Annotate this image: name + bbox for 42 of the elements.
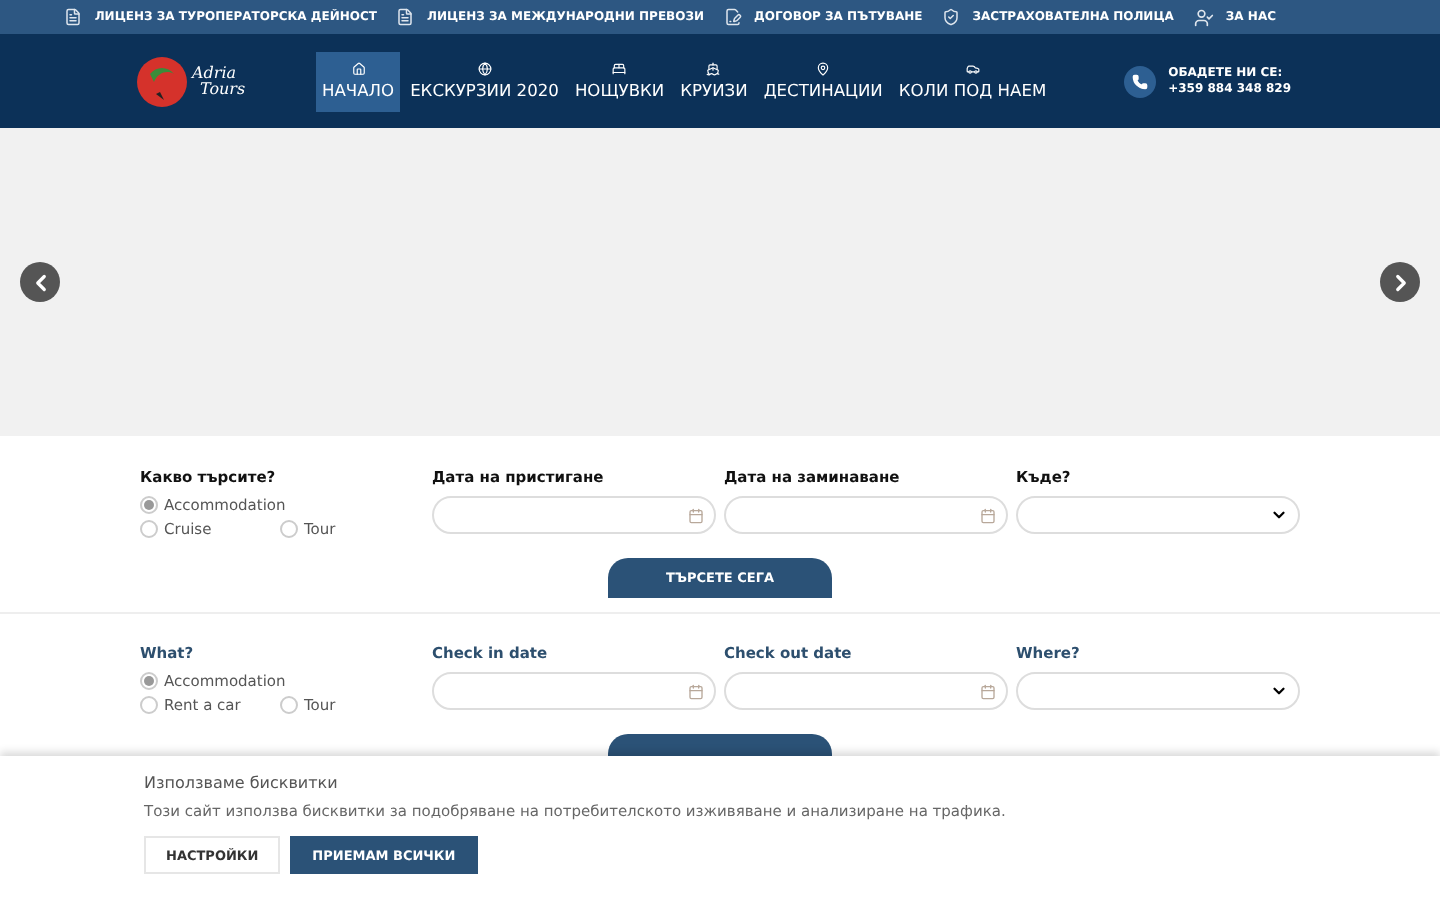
bed-icon — [612, 62, 627, 76]
date-field[interactable] — [432, 672, 716, 710]
user-icon — [1193, 7, 1214, 27]
nav-item[interactable]: ДЕСТИНАЦИИ — [757, 51, 889, 111]
calendar-icon — [688, 507, 704, 523]
nav-item[interactable]: КОЛИ ПОД НАЕМ — [892, 51, 1053, 111]
globe-icon — [477, 62, 492, 76]
select-field[interactable] — [1016, 672, 1300, 710]
date-field[interactable] — [724, 496, 1008, 534]
radio-button[interactable] — [140, 696, 158, 714]
chevron-down-icon — [1270, 506, 1288, 524]
car-icon — [965, 62, 980, 76]
pin-icon — [816, 62, 831, 76]
previous-button[interactable] — [20, 262, 60, 302]
chevron-down-icon — [1270, 682, 1288, 700]
calendar-icon — [980, 683, 996, 699]
next-button[interactable] — [1380, 262, 1420, 302]
nav-item[interactable]: ЕКСКУРЗИИ 2020 — [404, 51, 565, 111]
radio-button[interactable] — [140, 672, 158, 690]
nav-item[interactable]: НАЧАЛО — [316, 51, 401, 111]
phone-icon — [1124, 65, 1157, 97]
shield-icon — [942, 8, 961, 26]
calendar-icon — [688, 683, 704, 699]
select-field[interactable] — [1016, 496, 1300, 534]
document-icon — [396, 8, 415, 26]
radio-button[interactable] — [280, 520, 298, 538]
radio-button[interactable] — [140, 496, 158, 514]
date-field[interactable] — [432, 496, 716, 534]
cookie-title: Използваме бисквитки — [144, 774, 340, 792]
radio-button[interactable] — [280, 696, 298, 714]
nav-item[interactable]: НОЩУВКИ — [568, 51, 671, 111]
logo-text: Tours — [200, 81, 246, 97]
nav-item[interactable]: КРУИЗИ — [674, 51, 754, 111]
radio-button[interactable] — [140, 520, 158, 538]
document-icon — [64, 8, 83, 26]
logo-text: Adria — [192, 65, 239, 81]
contract-icon — [724, 8, 743, 26]
home-icon — [351, 62, 366, 76]
ship-icon — [706, 62, 721, 76]
date-field[interactable] — [724, 672, 1008, 710]
search-button[interactable] — [608, 734, 832, 756]
calendar-icon — [980, 507, 996, 523]
